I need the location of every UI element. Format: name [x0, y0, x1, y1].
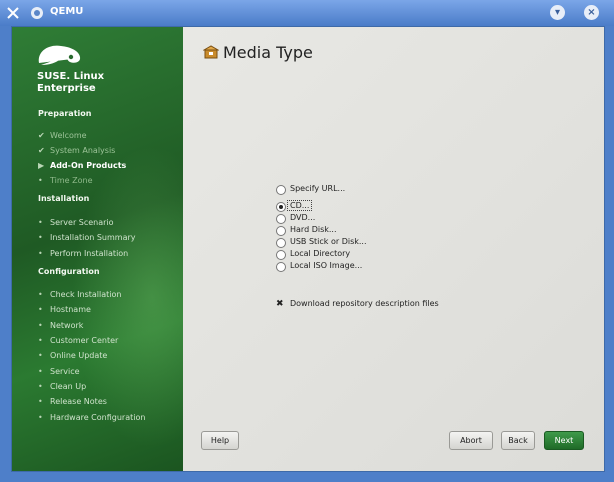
bullet-icon: • — [38, 413, 43, 422]
page-title: Media Type — [223, 43, 313, 62]
step-network: • Network — [38, 321, 84, 330]
app-icon — [31, 7, 43, 19]
suse-chameleon-icon — [38, 45, 81, 65]
section-configuration: Configuration — [38, 267, 100, 276]
bullet-icon: • — [38, 249, 43, 258]
step-add-on-products: ▶ Add-On Products — [38, 161, 127, 170]
check-icon: ✔ — [38, 131, 45, 140]
step-customer-center: • Customer Center — [38, 336, 119, 345]
bullet-icon: • — [38, 382, 43, 391]
step-online-update: • Online Update — [38, 351, 108, 360]
step-server-scenario: • Server Scenario — [38, 218, 114, 227]
window-title: QEMU — [50, 6, 84, 17]
check-icon: ✔ — [38, 146, 45, 155]
checkbox-checked-icon[interactable]: ✖ — [276, 300, 285, 309]
title-bar[interactable]: QEMU ▾ × — [0, 0, 614, 26]
tools-icon[interactable] — [6, 6, 20, 20]
bullet-icon: • — [38, 336, 43, 345]
step-welcome: ✔ Welcome — [38, 131, 87, 140]
section-preparation: Preparation — [38, 109, 92, 118]
back-button[interactable]: Back — [501, 431, 535, 450]
close-icon[interactable]: × — [584, 5, 599, 20]
package-icon — [203, 45, 219, 59]
abort-button[interactable]: Abort — [449, 431, 493, 450]
step-clean-up: • Clean Up — [38, 382, 87, 391]
bullet-icon: • — [38, 176, 43, 185]
step-system-analysis: ✔ System Analysis — [38, 146, 116, 155]
next-button[interactable]: Next — [544, 431, 584, 450]
bullet-icon: • — [38, 233, 43, 242]
minimize-icon[interactable]: ▾ — [550, 5, 565, 20]
bullet-icon: • — [38, 305, 43, 314]
step-service: • Service — [38, 367, 80, 376]
bullet-icon: • — [38, 351, 43, 360]
step-check-installation: • Check Installation — [38, 290, 122, 299]
qemu-window: QEMU ▾ × SUSE. Linux Enterprise Preparat… — [0, 0, 614, 482]
help-button[interactable]: Help — [201, 431, 239, 450]
step-perform-installation: • Perform Installation — [38, 249, 129, 258]
step-release-notes: • Release Notes — [38, 397, 107, 406]
bullet-icon: • — [38, 290, 43, 299]
step-installation-summary: • Installation Summary — [38, 233, 136, 242]
bullet-icon: • — [38, 321, 43, 330]
main-panel: Media Type Specify URL... CD... DVD... H… — [183, 27, 604, 471]
arrow-right-icon: ▶ — [38, 161, 45, 170]
brand-line2: Enterprise — [37, 83, 96, 94]
bullet-icon: • — [38, 367, 43, 376]
bullet-icon: • — [38, 218, 43, 227]
step-hostname: • Hostname — [38, 305, 91, 314]
step-hardware-configuration: • Hardware Configuration — [38, 413, 146, 422]
section-installation: Installation — [38, 194, 90, 203]
step-time-zone: • Time Zone — [38, 176, 93, 185]
sidebar: SUSE. Linux Enterprise Preparation ✔ Welc… — [12, 27, 183, 471]
installer-client: SUSE. Linux Enterprise Preparation ✔ Welc… — [11, 26, 605, 472]
brand-line1: SUSE. Linux — [37, 71, 105, 82]
bullet-icon: • — [38, 397, 43, 406]
